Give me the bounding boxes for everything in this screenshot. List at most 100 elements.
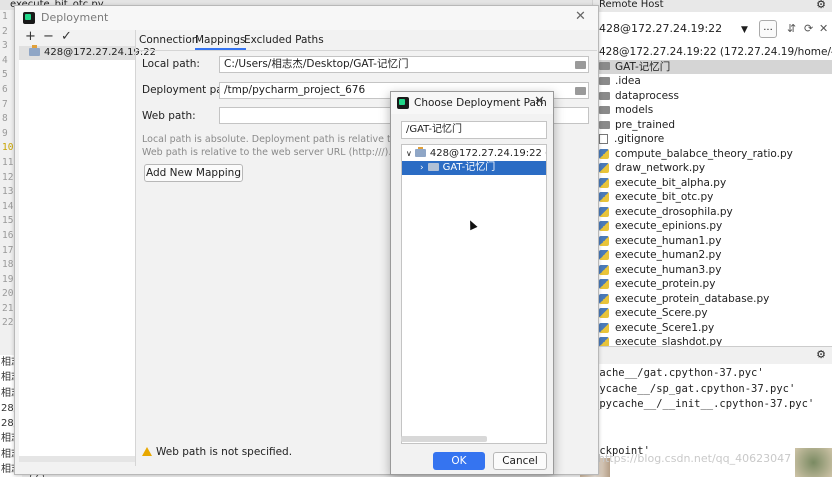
server-icon: [414, 147, 426, 157]
tree-root-node[interactable]: ∨ 428@172.27.24.19:22 (172.: [402, 147, 546, 161]
remote-file-item[interactable]: dataprocess: [593, 89, 832, 104]
remote-file-item[interactable]: execute_epinions.py: [593, 219, 832, 234]
add-icon[interactable]: +: [25, 30, 36, 44]
python-file-icon: [599, 192, 609, 203]
remove-icon[interactable]: −: [43, 30, 54, 44]
choose-dialog-titlebar: Choose Deployment Path ✕: [391, 92, 553, 114]
server-list-item-label: 428@172.27.24.19:22: [44, 47, 156, 58]
remote-file-item[interactable]: .gitignore: [593, 132, 832, 147]
python-file-icon: [599, 163, 609, 174]
remote-file-item[interactable]: execute_Scere.py: [593, 306, 832, 321]
remote-file-item[interactable]: models: [593, 103, 832, 118]
remote-file-label: execute_human1.py: [615, 234, 722, 247]
watermark: https://blog.csdn.net/qq_40623047: [598, 452, 792, 465]
folder-icon: [599, 106, 610, 115]
close-icon[interactable]: ✕: [819, 22, 828, 35]
path-tree: ∨ 428@172.27.24.19:22 (172. › GAT-记忆门: [401, 144, 547, 444]
file-icon: [599, 134, 608, 145]
folder-icon: [599, 77, 610, 86]
console-line: cache__/gat.cpython-37.pyc': [593, 367, 764, 379]
remote-file-item[interactable]: execute_bit_alpha.py: [593, 176, 832, 191]
refresh-icon[interactable]: ⟳: [804, 22, 813, 35]
tab-connection[interactable]: Connection: [139, 32, 198, 48]
pycharm-icon: [23, 12, 35, 24]
remote-file-label: execute_Scere.py: [615, 307, 708, 319]
mouse-cursor-icon: [466, 218, 478, 231]
tree-child-node[interactable]: › GAT-记忆门: [402, 161, 546, 175]
remote-file-label: execute_protein.py: [615, 278, 716, 290]
python-file-icon: [599, 279, 609, 290]
warning-icon: [142, 447, 152, 456]
remote-file-item[interactable]: execute_human3.py: [593, 263, 832, 278]
remote-file-item[interactable]: .idea: [593, 74, 832, 89]
server-icon: [29, 45, 40, 56]
local-path-label: Local path:: [142, 58, 200, 70]
hint-text: Web path is relative to the web server U…: [142, 147, 392, 158]
remote-file-item[interactable]: execute_human2.py: [593, 248, 832, 263]
remote-file-label: compute_balabce_theory_ratio.py: [615, 147, 793, 160]
check-icon[interactable]: ✓: [61, 30, 72, 44]
python-file-icon: [599, 221, 609, 232]
hint-text: Local path is absolute. Deployment path …: [142, 134, 429, 145]
remote-file-item[interactable]: execute_bit_otc.py: [593, 190, 832, 205]
deployment-title: Deployment: [41, 11, 109, 24]
remote-file-item[interactable]: execute_protein_database.py: [593, 292, 832, 307]
remote-file-item[interactable]: pre_trained: [593, 118, 832, 133]
remote-file-item[interactable]: execute_protein.py: [593, 277, 832, 292]
folder-icon: [427, 163, 439, 171]
remote-selected-folder[interactable]: GAT-记忆门: [593, 60, 832, 74]
python-file-icon: [599, 235, 609, 246]
close-icon[interactable]: ✕: [575, 9, 586, 24]
chevron-right-icon[interactable]: ›: [420, 163, 424, 173]
more-button[interactable]: ...: [759, 20, 777, 38]
remote-file-label: execute_bit_alpha.py: [615, 176, 727, 189]
warning-text: Web path is not specified.: [156, 446, 293, 458]
remote-file-label: execute_drosophila.py: [615, 205, 733, 218]
tab-underline: [137, 50, 597, 51]
ok-button[interactable]: OK: [433, 452, 485, 470]
gear-icon[interactable]: ⚙: [816, 0, 826, 11]
folder-icon[interactable]: [575, 61, 586, 69]
remote-file-label: dataprocess: [615, 89, 679, 102]
decorative-image: [795, 448, 832, 477]
tree-child-label: GAT-记忆门: [442, 162, 496, 173]
tab-mappings[interactable]: Mappings: [195, 32, 246, 50]
remote-file-item[interactable]: execute_human1.py: [593, 234, 832, 249]
splitter[interactable]: [135, 30, 136, 466]
close-icon[interactable]: ✕: [534, 94, 545, 109]
server-list-item[interactable]: 428@172.27.24.19:22: [19, 45, 156, 60]
local-path-field[interactable]: C:/Users/相志杰/Desktop/GAT-记忆门: [219, 56, 589, 73]
remote-host-title: Remote Host: [593, 0, 832, 12]
collapse-all-icon[interactable]: ⇵: [787, 22, 796, 35]
chevron-down-icon[interactable]: ∨: [406, 149, 412, 158]
remote-file-label: execute_human3.py: [615, 263, 722, 276]
remote-file-item[interactable]: execute_drosophila.py: [593, 205, 832, 220]
path-input[interactable]: /GAT-记忆门: [401, 121, 547, 139]
folder-icon: [599, 62, 610, 70]
horizontal-scrollbar[interactable]: [401, 436, 487, 442]
remote-selected-folder-label: GAT-记忆门: [615, 61, 671, 73]
horizontal-scrollbar[interactable]: [19, 456, 135, 462]
remote-file-item[interactable]: compute_balabce_theory_ratio.py: [593, 147, 832, 162]
remote-file-label: .gitignore: [614, 133, 665, 145]
deployment-titlebar: Deployment ✕: [15, 6, 598, 30]
warning-message: Web path is not specified.: [142, 446, 292, 458]
python-file-icon: [599, 206, 609, 217]
cancel-button[interactable]: Cancel: [493, 452, 547, 470]
remote-server-select[interactable]: 428@172.27.24.19:22: [593, 18, 751, 40]
choose-dialog-title: Choose Deployment Path: [414, 97, 547, 109]
choose-deployment-path-dialog: Choose Deployment Path ✕ /GAT-记忆门 ∨ 428@1…: [390, 91, 554, 475]
remote-host-panel: Remote Host ⚙ 428@172.27.24.19:22 ▼ ... …: [592, 0, 832, 477]
gear-icon[interactable]: ⚙: [816, 348, 826, 361]
remote-root-path: 428@172.27.24.19:22 (172.27.24.19/home/4…: [599, 46, 832, 58]
folder-icon[interactable]: [575, 87, 586, 95]
python-file-icon: [599, 148, 609, 159]
chevron-down-icon[interactable]: ▼: [741, 25, 748, 35]
remote-file-item[interactable]: draw_network.py: [593, 161, 832, 176]
tree-root-label: 428@172.27.24.19:22 (172.: [429, 148, 546, 159]
remote-file-item[interactable]: execute_Scere1.py: [593, 321, 832, 336]
tab-excluded-paths[interactable]: Excluded Paths: [244, 32, 324, 48]
panel-divider[interactable]: [593, 346, 832, 364]
add-new-mapping-button[interactable]: Add New Mapping: [144, 164, 243, 182]
python-file-icon: [599, 308, 609, 319]
